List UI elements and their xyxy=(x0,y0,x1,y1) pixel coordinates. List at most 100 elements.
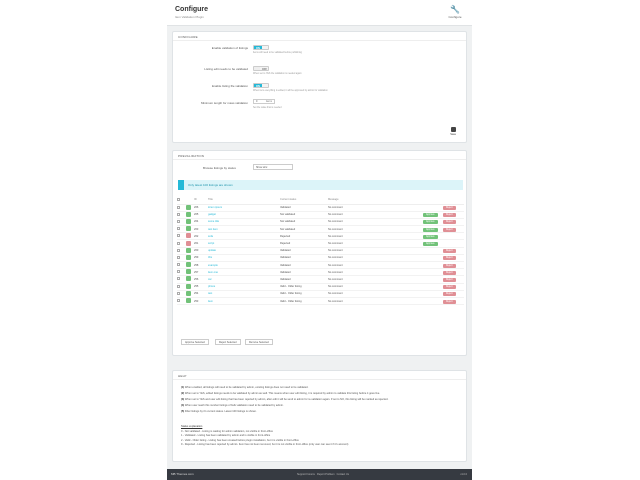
row-checkbox[interactable] xyxy=(177,299,180,303)
status-indicator xyxy=(186,211,191,217)
cell-message: No comment xyxy=(328,239,423,248)
cell-id: 265 xyxy=(194,211,208,219)
approve-selected-button[interactable]: Approve Selected xyxy=(181,339,209,345)
row-checkbox[interactable] xyxy=(177,219,180,223)
table-row: 260 update Validated No comment Reject xyxy=(177,247,464,255)
row-checkbox[interactable] xyxy=(177,263,180,267)
file-validation-toggle[interactable]: ON xyxy=(253,83,269,88)
save-button[interactable]: Save xyxy=(450,127,456,136)
status-filter-select[interactable]: Show all ▾ xyxy=(253,164,293,170)
row-checkbox[interactable] xyxy=(177,291,180,295)
footer-links: Support Forums Report Problem Contact Us xyxy=(297,473,349,476)
listing-title-link[interactable]: script xyxy=(208,242,214,245)
contact-link[interactable]: Contact Us xyxy=(337,473,349,476)
select-all-checkbox[interactable] xyxy=(177,197,180,201)
reject-button[interactable]: Reject xyxy=(443,285,456,290)
approve-button[interactable]: Approve xyxy=(423,220,438,225)
row-checkbox[interactable] xyxy=(177,277,180,281)
cell-status: Validated xyxy=(280,204,328,212)
row-checkbox[interactable] xyxy=(177,227,180,231)
reject-button[interactable]: Reject xyxy=(443,220,456,225)
reject-button[interactable]: Reject xyxy=(443,263,456,268)
enable-validation-label: Enable validation of listings xyxy=(211,46,248,50)
approve-button[interactable]: Approve xyxy=(423,234,438,239)
row-checkbox[interactable] xyxy=(177,284,180,288)
reject-button[interactable]: Reject xyxy=(443,277,456,282)
cell-status: Rejected xyxy=(280,232,328,241)
cell-message: No comment xyxy=(328,232,423,241)
configure-button[interactable]: 🔧 Configure xyxy=(448,6,462,20)
listing-title-link[interactable]: car xyxy=(208,278,212,281)
table-row: 266 lorem ipsum Validated No comment Reject xyxy=(177,204,464,212)
row-checkbox[interactable] xyxy=(177,248,180,252)
listing-title-link[interactable]: sofa xyxy=(208,235,213,238)
table-row: 265 gadget Not validated No comment Approve R… xyxy=(177,211,464,219)
cell-status: Validated xyxy=(280,254,328,263)
cell-status: Not validated xyxy=(280,211,328,219)
save-label: Save xyxy=(450,133,456,136)
listings-table: ID Title Current status Message 266 lorem… xyxy=(177,196,464,306)
floppy-icon xyxy=(450,127,456,132)
table-row: 264 some title Not validated No comment Appr… xyxy=(177,218,464,227)
approve-button[interactable]: Approve xyxy=(423,227,438,232)
approve-button[interactable]: Approve xyxy=(423,242,438,247)
support-link[interactable]: Support Forums xyxy=(297,473,315,476)
listing-title-link[interactable]: lorem ipsum xyxy=(208,206,222,209)
listing-title-link[interactable]: this xyxy=(208,256,212,259)
cell-status: Valid - Older listing xyxy=(280,297,328,306)
reject-button[interactable]: Reject xyxy=(443,213,456,218)
listing-title-link[interactable]: test xyxy=(208,292,212,295)
reject-button[interactable]: Reject xyxy=(443,206,456,211)
remove-selected-button[interactable]: Remove Selected xyxy=(245,339,273,345)
row-checkbox[interactable] xyxy=(177,212,180,216)
listing-title-link[interactable]: item xyxy=(208,300,213,303)
listing-title-link[interactable]: update xyxy=(208,249,216,252)
approve-button[interactable]: Approve xyxy=(423,213,438,218)
reject-selected-button[interactable]: Reject Selected xyxy=(215,339,241,345)
listing-title-link[interactable]: gadget xyxy=(208,213,216,216)
status-indicator xyxy=(186,254,191,260)
report-link[interactable]: Report Problem xyxy=(317,473,335,476)
row-checkbox[interactable] xyxy=(177,234,180,238)
row-checkbox[interactable] xyxy=(177,205,180,209)
cell-message: No comment xyxy=(328,218,423,227)
listing-title-link[interactable]: test item xyxy=(208,228,218,231)
cell-message: No comment xyxy=(328,275,423,284)
configure-label: Configure xyxy=(448,15,462,19)
reject-button[interactable]: Reject xyxy=(443,227,456,232)
status-indicator xyxy=(186,298,191,304)
col-status: Current status xyxy=(280,196,328,205)
reject-button[interactable]: Reject xyxy=(443,249,456,254)
cell-id: 266 xyxy=(194,204,208,212)
footer: MB Themes.com Support Forums Report Prob… xyxy=(167,469,472,480)
listing-title-link[interactable]: phone xyxy=(208,285,215,288)
min-length-label: Minimum length for mass validation xyxy=(200,101,248,105)
min-length-input[interactable]: 0 items xyxy=(253,99,275,104)
edit-validation-label: Listing edit needs to be validated xyxy=(204,67,248,71)
listing-title-link[interactable]: item one xyxy=(208,271,218,274)
cell-id: 254 xyxy=(194,290,208,298)
cell-id: 257 xyxy=(194,268,208,277)
cell-status: Not validated xyxy=(280,225,328,234)
reject-button[interactable]: Reject xyxy=(443,256,456,261)
reject-button[interactable]: Reject xyxy=(443,292,456,297)
status-indicator xyxy=(186,226,191,232)
cell-status: Valid - Older listing xyxy=(280,290,328,298)
row-checkbox[interactable] xyxy=(177,270,180,274)
cell-id: 264 xyxy=(194,218,208,227)
app-shell: Configure Item Validation Plugin 🔧 Confi… xyxy=(167,0,472,480)
reject-button[interactable]: Reject xyxy=(443,270,456,275)
edit-validation-toggle[interactable]: OFF xyxy=(253,66,269,71)
table-row: 263 test item Not validated No comment Appro… xyxy=(177,225,464,234)
reject-button[interactable]: Reject xyxy=(443,299,456,304)
row-checkbox[interactable] xyxy=(177,255,180,259)
listing-title-link[interactable]: some title xyxy=(208,220,219,223)
table-row: 254 test Valid - Older listing No comment Re… xyxy=(177,290,464,298)
cell-status: Validated xyxy=(280,268,328,277)
row-checkbox[interactable] xyxy=(177,241,180,245)
cell-id: 260 xyxy=(194,247,208,255)
listing-title-link[interactable]: example xyxy=(208,264,218,267)
enable-validation-toggle[interactable]: ON xyxy=(253,45,269,50)
footer-brand[interactable]: MB Themes.com xyxy=(171,472,194,476)
filter-label: Browse listings by status xyxy=(203,166,236,170)
